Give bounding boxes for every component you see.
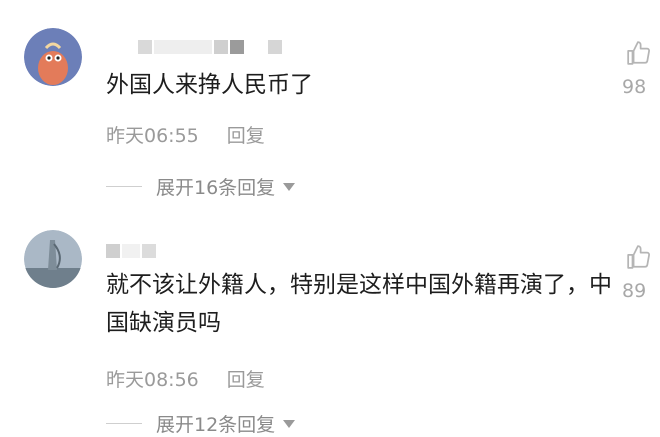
username-redacted — [138, 38, 284, 56]
like-count: 98 — [622, 76, 647, 98]
like-count: 89 — [622, 280, 647, 302]
reply-button[interactable]: 回复 — [227, 121, 265, 148]
comment-meta: 昨天06:55 回复 — [106, 121, 265, 148]
divider-line — [106, 186, 142, 187]
expand-replies-button[interactable]: 展开12条回复 — [106, 410, 296, 437]
expand-replies-label: 展开16条回复 — [156, 177, 276, 199]
reply-button[interactable]: 回复 — [227, 365, 265, 392]
comment-time: 昨天06:55 — [106, 125, 199, 147]
divider-line — [106, 423, 142, 424]
triangle-down-icon — [283, 419, 296, 428]
comment-text: 外国人来挣人民币了 — [106, 72, 313, 98]
thumb-up-icon — [627, 245, 650, 269]
username-redacted — [106, 242, 158, 260]
comment-time: 昨天08:56 — [106, 369, 199, 391]
avatar[interactable] — [24, 230, 82, 288]
thumb-up-icon — [627, 41, 650, 65]
like-button[interactable]: 89 — [620, 244, 660, 304]
comment-text: 就不该让外籍人，特别是这样中国外籍再演了，中国缺演员吗 — [106, 272, 612, 336]
expand-replies-label: 展开12条回复 — [156, 414, 276, 436]
expand-replies-button[interactable]: 展开16条回复 — [106, 173, 296, 200]
triangle-down-icon — [283, 182, 296, 191]
comment-item: 外国人来挣人民币了 昨天06:55 回复 展开16条回复 98 — [0, 0, 660, 210]
avatar[interactable] — [24, 28, 82, 86]
like-button[interactable]: 98 — [620, 40, 660, 100]
comment-item: 就不该让外籍人，特别是这样中国外籍再演了，中国缺演员吗 昨天08:56 回复 展… — [0, 210, 660, 436]
comment-meta: 昨天08:56 回复 — [106, 365, 265, 392]
